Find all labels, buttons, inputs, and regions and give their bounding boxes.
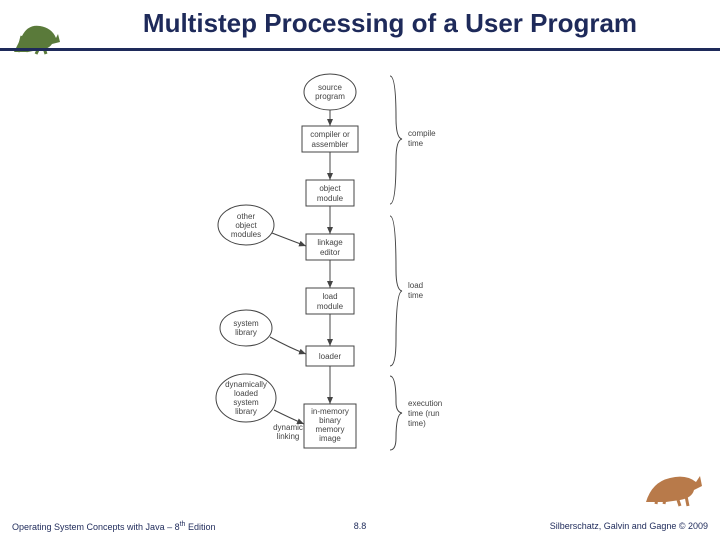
dyn-l4: library [235,407,257,416]
other-l1: other [237,212,256,221]
brace-execution-time [390,376,402,450]
dyn-l3: system [233,398,259,407]
arrow [272,233,306,246]
slide-footer: Operating System Concepts with Java – 8t… [0,521,720,532]
loadmod-l1: load [322,292,337,301]
brace-exec-l1: execution [408,399,442,408]
diagram-svg: source program compiler or assembler obj… [210,70,510,490]
other-l2: object [235,221,257,230]
dynlink-l1: dynamic [273,423,303,432]
footer-left-suffix: Edition [185,522,215,532]
objmod-l1: object [319,184,341,193]
mem-l3: memory [316,425,345,434]
brace-load-time [390,216,402,366]
linkage-l2: editor [320,248,340,257]
brace-exec-l3: time) [408,419,426,428]
brace-compile-l2: time [408,139,424,148]
loadmod-l2: module [317,302,344,311]
compiler-l1: compiler or [310,130,350,139]
slide-title: Multistep Processing of a User Program [0,8,720,39]
processing-diagram: source program compiler or assembler obj… [210,70,510,490]
mem-l1: in-memory [311,407,349,416]
footer-left: Operating System Concepts with Java – 8t… [12,521,215,532]
objmod-l2: module [317,194,344,203]
dynlink-l2: linking [277,432,300,441]
linkage-l1: linkage [317,238,343,247]
brace-load-l2: time [408,291,424,300]
footer-center: 8.8 [354,521,367,531]
compiler-l2: assembler [312,140,349,149]
syslib-l2: library [235,328,257,337]
node-source-line2: program [315,92,345,101]
footer-right: Silberschatz, Galvin and Gagne © 2009 [550,521,708,532]
brace-exec-l2: time (run [408,409,440,418]
brace-compile-l1: compile [408,129,436,138]
footer-left-prefix: Operating System Concepts with Java – 8 [12,522,180,532]
arrow [274,410,304,424]
node-source-line1: source [318,83,343,92]
mem-l2: binary [319,416,341,425]
mem-l4: image [319,434,341,443]
other-l3: modules [231,230,261,239]
dyn-l1: dynamically [225,380,267,389]
brace-compile-time [390,76,402,204]
brace-load-l1: load [408,281,423,290]
dino-icon-bottom-right [642,462,706,508]
loader-l1: loader [319,352,342,361]
slide-header: Multistep Processing of a User Program [0,8,720,39]
arrow [270,337,306,354]
syslib-l1: system [233,319,259,328]
header-rule [0,48,720,51]
dyn-l2: loaded [234,389,258,398]
